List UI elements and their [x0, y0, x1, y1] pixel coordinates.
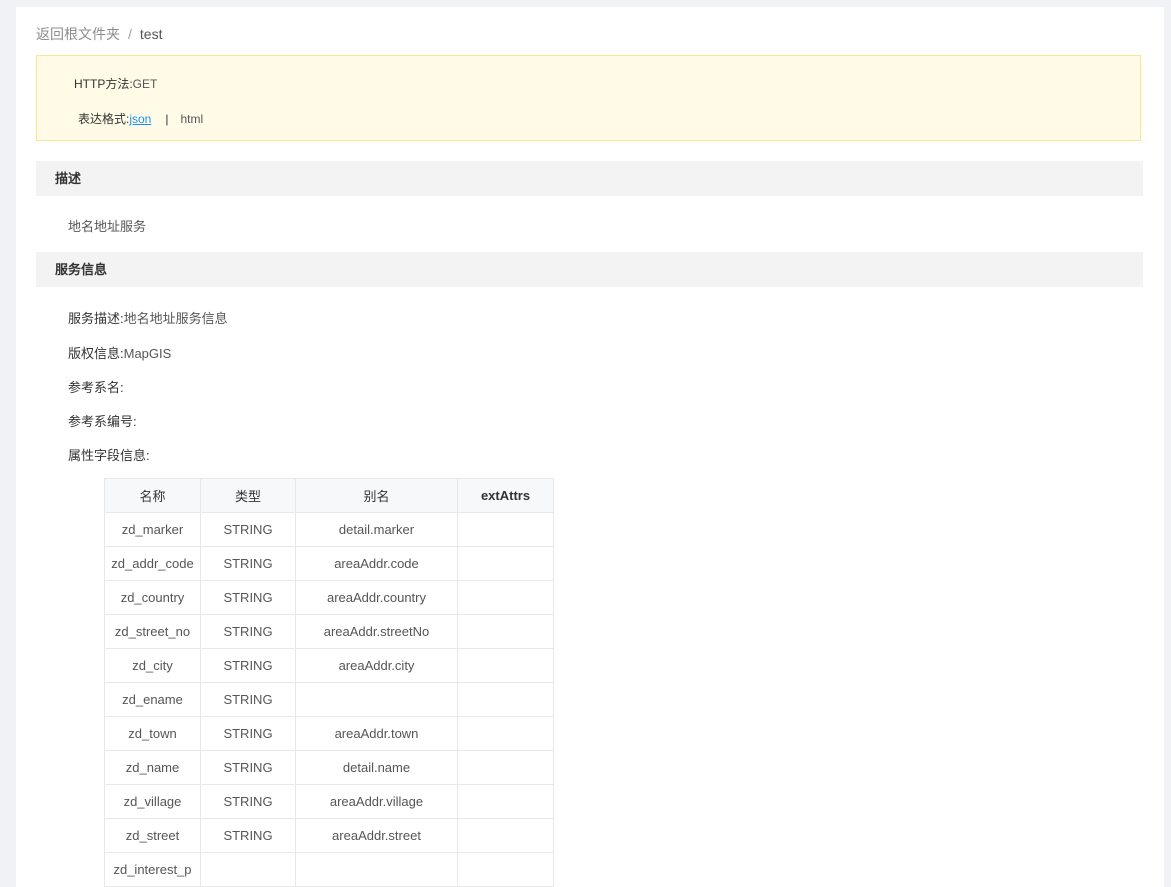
table-row: zd_addr_code STRING areaAddr.code	[104, 546, 554, 581]
cell-extattrs	[457, 580, 554, 615]
cell-type: STRING	[200, 716, 296, 751]
cell-type: STRING	[200, 512, 296, 547]
table-row: zd_street_no STRING areaAddr.streetNo	[104, 614, 554, 649]
table-row: zd_marker STRING detail.marker	[104, 512, 554, 547]
table-row: zd_name STRING detail.name	[104, 750, 554, 785]
cell-name: zd_city	[104, 648, 201, 683]
cell-type: STRING	[200, 818, 296, 853]
table-row: zd_village STRING areaAddr.village	[104, 784, 554, 819]
service-desc-label: 服务描述:	[68, 311, 124, 326]
copyright-label: 版权信息:	[68, 346, 124, 361]
section-service-info-header: 服务信息	[36, 252, 1143, 287]
http-method-row: HTTP方法:GET	[74, 75, 157, 92]
cell-name: zd_interest_p	[104, 852, 201, 887]
column-header-alias: 别名	[295, 478, 458, 513]
cell-extattrs	[457, 818, 554, 853]
cell-extattrs	[457, 682, 554, 717]
service-page: 返回根文件夹 / test HTTP方法:GET 表达格式:json | html 描述…	[16, 7, 1164, 887]
section-description-header: 描述	[36, 161, 1143, 196]
table-header-row: 名称 类型 别名 extAttrs	[104, 478, 554, 513]
cell-extattrs	[457, 546, 554, 581]
column-header-name: 名称	[104, 478, 201, 513]
cell-name: zd_street_no	[104, 614, 201, 649]
service-desc-line: 服务描述:地名地址服务信息	[68, 308, 228, 327]
cell-alias: areaAddr.village	[295, 784, 458, 819]
cell-name: zd_street	[104, 818, 201, 853]
breadcrumb-root-link[interactable]: 返回根文件夹	[36, 26, 120, 42]
cell-alias	[295, 852, 458, 887]
cell-extattrs	[457, 512, 554, 547]
format-html-link[interactable]: html	[180, 112, 203, 126]
format-row: 表达格式:json | html	[78, 110, 203, 127]
http-method-label: HTTP方法:	[74, 77, 133, 91]
request-info-box: HTTP方法:GET 表达格式:json | html	[36, 55, 1141, 141]
cell-type: STRING	[200, 648, 296, 683]
copyright-value: MapGIS	[123, 346, 172, 361]
cell-alias: detail.marker	[295, 512, 458, 547]
srs-code-line: 参考系编号:	[68, 411, 137, 430]
service-desc-value: 地名地址服务信息	[123, 311, 228, 326]
column-header-type: 类型	[200, 478, 296, 513]
breadcrumb-separator: /	[128, 26, 132, 42]
description-text: 地名地址服务	[68, 219, 147, 234]
table-row: zd_ename STRING	[104, 682, 554, 717]
fields-info-line: 属性字段信息:	[68, 445, 150, 464]
cell-type	[200, 852, 296, 887]
breadcrumb-current: test	[139, 26, 163, 42]
breadcrumb: 返回根文件夹 / test	[36, 25, 162, 43]
cell-alias: areaAddr.streetNo	[295, 614, 458, 649]
table-row: zd_interest_p	[104, 852, 554, 887]
format-json-link[interactable]: json	[129, 112, 151, 126]
cell-extattrs	[457, 750, 554, 785]
srs-name-label: 参考系名:	[68, 380, 124, 395]
format-separator: |	[165, 112, 169, 126]
cell-extattrs	[457, 852, 554, 887]
fields-info-label: 属性字段信息:	[68, 448, 150, 463]
cell-alias	[295, 682, 458, 717]
cell-name: zd_marker	[104, 512, 201, 547]
copyright-line: 版权信息:MapGIS	[68, 343, 171, 362]
cell-type: STRING	[200, 580, 296, 615]
srs-code-label: 参考系编号:	[68, 414, 137, 429]
cell-alias: areaAddr.code	[295, 546, 458, 581]
cell-type: STRING	[200, 784, 296, 819]
cell-extattrs	[457, 614, 554, 649]
cell-alias: areaAddr.country	[295, 580, 458, 615]
cell-alias: areaAddr.town	[295, 716, 458, 751]
format-label: 表达格式:	[78, 112, 130, 126]
attribute-fields-table: 名称 类型 别名 extAttrs zd_marker STRING detai…	[104, 478, 554, 887]
table-row: zd_city STRING areaAddr.city	[104, 648, 554, 683]
cell-extattrs	[457, 784, 554, 819]
cell-extattrs	[457, 716, 554, 751]
cell-name: zd_country	[104, 580, 201, 615]
cell-extattrs	[457, 648, 554, 683]
http-method-value: GET	[132, 77, 158, 91]
cell-name: zd_addr_code	[104, 546, 201, 581]
cell-alias: detail.name	[295, 750, 458, 785]
cell-type: STRING	[200, 750, 296, 785]
cell-alias: areaAddr.street	[295, 818, 458, 853]
cell-type: STRING	[200, 546, 296, 581]
table-row: zd_town STRING areaAddr.town	[104, 716, 554, 751]
srs-name-line: 参考系名:	[68, 377, 124, 396]
column-header-extattrs: extAttrs	[457, 478, 554, 513]
cell-name: zd_ename	[104, 682, 201, 717]
cell-type: STRING	[200, 682, 296, 717]
cell-name: zd_name	[104, 750, 201, 785]
table-row: zd_country STRING areaAddr.country	[104, 580, 554, 615]
cell-alias: areaAddr.city	[295, 648, 458, 683]
cell-name: zd_town	[104, 716, 201, 751]
table-row: zd_street STRING areaAddr.street	[104, 818, 554, 853]
cell-type: STRING	[200, 614, 296, 649]
cell-name: zd_village	[104, 784, 201, 819]
